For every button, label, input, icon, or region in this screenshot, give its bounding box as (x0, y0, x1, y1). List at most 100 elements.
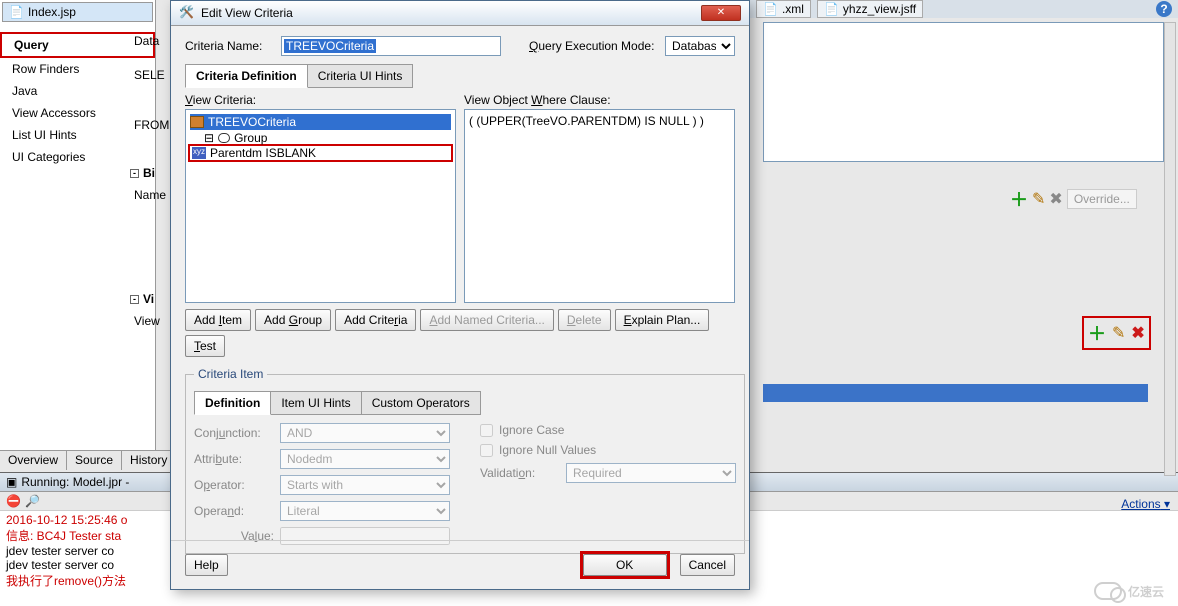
run-icon: ▣ (6, 475, 17, 489)
operator-select: Starts with (280, 475, 450, 495)
file-tab-xml[interactable]: 📄 .xml (756, 0, 811, 18)
add-icon[interactable]: ＋ (1010, 186, 1028, 212)
btn-label: OK (616, 558, 633, 572)
delete-button: Delete (558, 309, 611, 331)
background-editor: Data SELE FROM -Bi Name -Vi View (130, 30, 170, 344)
tree-item-parentdm[interactable]: xyzParentdm ISBLANK (188, 144, 453, 162)
criteria-icon (190, 116, 204, 128)
tab-label: Definition (205, 396, 260, 410)
actions-dropdown[interactable]: Actions ▾ (1121, 497, 1170, 511)
nav-label: Java (12, 84, 37, 98)
criteria-name-label: Criteria Name: (185, 39, 275, 53)
tree-label: Group (234, 131, 267, 145)
tree-label: Parentdm ISBLANK (210, 146, 316, 160)
tab-label: History (130, 453, 167, 467)
file-tab-jsff[interactable]: 📄yhzz_view.jsff (817, 0, 923, 18)
bg-view: View (130, 310, 170, 332)
ok-button[interactable]: OK (583, 554, 667, 576)
scrollbar[interactable] (1164, 22, 1176, 476)
delete-icon[interactable]: ✖ (1131, 323, 1144, 343)
actions-label: Actions (1121, 497, 1160, 511)
chk-label: Ignore Case (499, 423, 564, 437)
override-button[interactable]: Override... (1067, 189, 1137, 209)
criteria-item-legend: Criteria Item (194, 367, 267, 381)
validation-select: Required (566, 463, 736, 483)
override-label: Override... (1074, 192, 1130, 206)
tab-label: Criteria UI Hints (318, 69, 403, 83)
dialog-footer: Help OK Cancel (171, 540, 749, 589)
toolbar-bind: ＋ ✎ ✖ Override... (1010, 186, 1137, 212)
tree-label: TREEVOCriteria (208, 115, 296, 129)
run-title: Running: Model.jpr - (21, 475, 129, 489)
bg-bi: Bi (143, 166, 155, 180)
file-icon: 📄 (9, 5, 24, 19)
criteria-name-value: TREEVOCriteria (284, 39, 376, 53)
tab-label: Custom Operators (372, 396, 470, 410)
validation-label: Validation: (480, 466, 560, 480)
dialog-titlebar[interactable]: 🛠️ Edit View Criteria ✕ (171, 1, 749, 26)
main-tabs: Criteria Definition Criteria UI Hints (185, 64, 735, 88)
close-icon[interactable]: ✕ (701, 5, 741, 21)
binoculars-icon[interactable]: 🔎 (25, 494, 40, 508)
file-tab-index[interactable]: 📄 Index.jsp (2, 2, 153, 22)
tab-definition[interactable]: Definition (194, 391, 271, 415)
tab-criteria-definition[interactable]: Criteria Definition (185, 64, 308, 88)
edit-icon[interactable]: ✎ (1032, 189, 1045, 209)
file-tab-label: Index.jsp (28, 5, 76, 19)
selected-row-band[interactable] (763, 384, 1148, 402)
right-tab-bar: 📄 .xml 📄yhzz_view.jsff ? (750, 0, 1178, 18)
collapse-icon[interactable]: - (130, 169, 139, 178)
add-criteria-button[interactable]: Add Criteria (335, 309, 416, 331)
tab-criteria-ui-hints[interactable]: Criteria UI Hints (307, 64, 414, 88)
bg-sele: SELE (130, 64, 170, 86)
file-icon: 📄 (763, 2, 778, 16)
help-icon[interactable]: ? (1156, 1, 1172, 17)
editor-tabs: Overview Source History (0, 450, 176, 470)
tab-history[interactable]: History (122, 451, 176, 470)
edit-icon[interactable]: ✎ (1112, 323, 1125, 343)
add-icon[interactable]: ＋ (1088, 320, 1106, 346)
tab-source[interactable]: Source (67, 451, 122, 470)
app-icon: 🛠️ (179, 5, 195, 21)
attribute-label: Attribute: (194, 452, 274, 466)
group-icon (218, 133, 230, 143)
view-criteria-label: View Criteria: (185, 93, 456, 107)
nav-label: List UI Hints (12, 128, 77, 142)
expand-icon[interactable]: ⊟ (204, 131, 214, 145)
right-text-area[interactable] (763, 22, 1164, 162)
collapse-icon[interactable]: - (130, 295, 139, 304)
help-button[interactable]: Help (185, 554, 228, 576)
exec-mode-select[interactable]: Database (665, 36, 735, 56)
ignore-null-checkbox: Ignore Null Values (480, 443, 736, 457)
tab-label: .xml (782, 2, 804, 16)
tab-label: Item UI Hints (281, 396, 350, 410)
test-button[interactable]: Test (185, 335, 225, 357)
nav-label: Query (14, 38, 49, 52)
dialog-title: Edit View Criteria (201, 6, 293, 20)
tab-custom-operators[interactable]: Custom Operators (361, 391, 481, 415)
tab-label: Criteria Definition (196, 69, 297, 83)
tab-label: Overview (8, 453, 58, 467)
add-item-button[interactable]: Add Item (185, 309, 251, 331)
add-group-button[interactable]: Add Group (255, 309, 331, 331)
tab-item-ui-hints[interactable]: Item UI Hints (270, 391, 361, 415)
explain-plan-button[interactable]: Explain Plan... (615, 309, 710, 331)
nav-label: View Accessors (12, 106, 96, 120)
where-clause-label: View Object Where Clause: (464, 93, 735, 107)
tab-overview[interactable]: Overview (0, 451, 67, 470)
criteria-tree[interactable]: TREEVOCriteria ⊟ Group xyzParentdm ISBLAN… (185, 109, 456, 303)
btn-label: Cancel (689, 558, 726, 572)
cancel-button[interactable]: Cancel (680, 554, 735, 576)
attribute-select: Nodedm (280, 449, 450, 469)
file-icon: 📄 (824, 2, 839, 16)
ignore-null-input (480, 444, 493, 457)
add-named-criteria-button: Add Named Criteria... (420, 309, 553, 331)
bg-name: Name (130, 184, 170, 206)
tree-root[interactable]: TREEVOCriteria (190, 114, 451, 130)
ignore-case-checkbox: Ignore Case (480, 423, 736, 437)
nav-label: UI Categories (12, 150, 85, 164)
stop-icon[interactable]: ⛔ (6, 494, 21, 508)
criteria-item-group: Criteria Item Definition Item UI Hints C… (185, 367, 745, 554)
nav-label: Row Finders (12, 62, 79, 76)
delete-icon[interactable]: ✖ (1049, 189, 1062, 209)
